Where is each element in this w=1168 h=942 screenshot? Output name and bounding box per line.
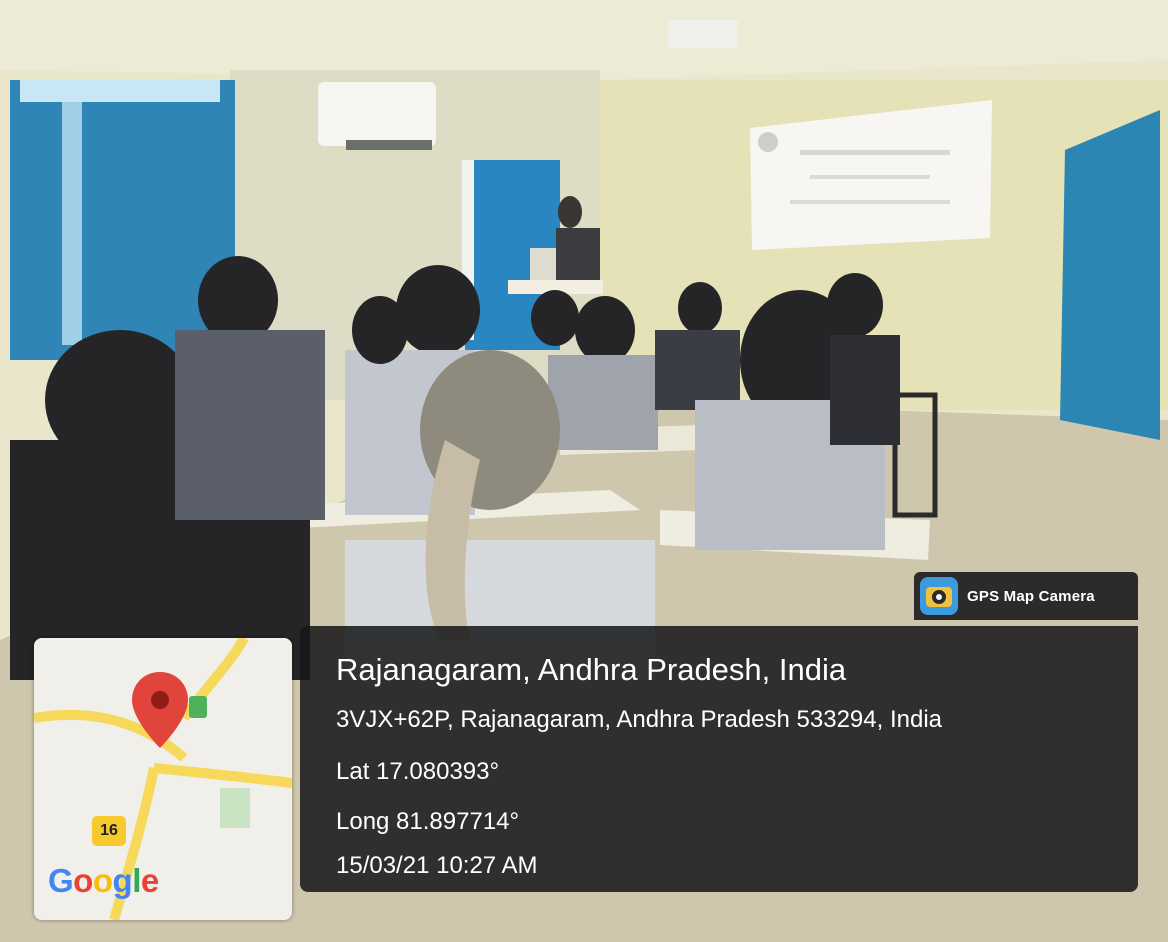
google-logo-letter: G [48,862,74,899]
google-logo-letter: e [140,862,159,899]
left-curtain [10,80,235,360]
map-poi-icon [189,696,207,718]
gps-app-name: GPS Map Camera [967,587,1095,605]
place-title: Rajanagaram, Andhra Pradesh, India [336,652,847,687]
projector [668,20,738,48]
latitude-line: Lat 17.080393° [336,758,500,785]
route-shield: 16 [92,816,126,846]
google-logo-letter: o [92,862,113,899]
air-conditioner [318,82,436,146]
map-thumbnail: 16 Google [34,638,292,920]
speaker [558,196,582,228]
google-logo-letter: g [112,862,133,899]
classroom-photo: GPS Map Camera Rajanagaram, Andhra Prade… [0,0,1168,942]
address-line: 3VJX+62P, Rajanagaram, Andhra Pradesh 53… [336,706,942,733]
google-logo-letter: l [132,862,141,899]
gps-map-camera-icon [920,577,958,615]
right-curtain [1060,110,1160,440]
datetime-line: 15/03/21 10:27 AM [336,852,538,879]
gps-app-badge: GPS Map Camera [914,572,1138,620]
longitude-line: Long 81.897714° [336,808,520,835]
location-info-panel: Rajanagaram, Andhra Pradesh, India 3VJX+… [300,626,1138,892]
google-logo-letter: o [73,862,93,899]
google-logo: Google [48,862,159,900]
location-pin-icon [132,672,188,748]
